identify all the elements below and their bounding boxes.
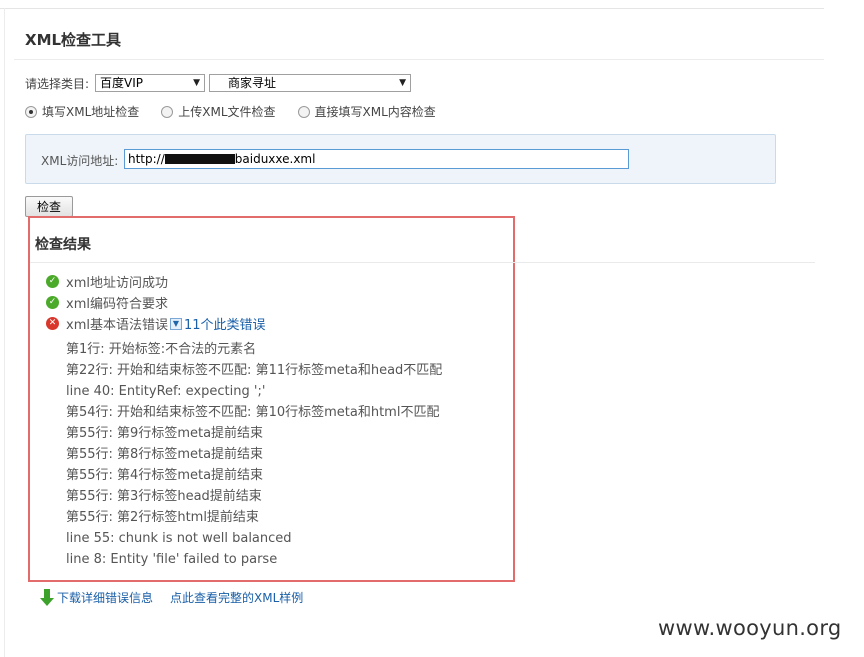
category-row: 请选择类目: 百度VIP ▼ 商家寻址 ▼ <box>25 73 412 93</box>
category-select-value: 百度VIP <box>100 76 144 90</box>
result-title: 检查结果 <box>35 237 91 253</box>
error-count-link[interactable]: 11个此类错误 <box>184 314 266 333</box>
result-list: ✓ xml地址访问成功 ✓ xml编码符合要求 ✕ xml基本语法错误 ▼ 11… <box>46 271 266 334</box>
category-select[interactable]: 百度VIP ▼ <box>95 74 206 92</box>
url-suffix: baiduxxe.xml <box>234 152 316 166</box>
error-line: 第55行: 第8行标签meta提前结束 <box>66 447 264 462</box>
error-line: 第22行: 开始和结束标签不匹配: 第11行标签meta和head不匹配 <box>66 363 443 378</box>
bottom-links: 下载详细错误信息 点此查看完整的XML样例 <box>40 589 303 606</box>
error-line: 第1行: 开始标签:不合法的元素名 <box>66 342 257 357</box>
category-label: 请选择类目: <box>25 76 90 91</box>
dropdown-arrow-icon: ▼ <box>193 78 201 88</box>
url-input[interactable]: http:// baiduxxe.xml <box>124 149 629 169</box>
title-divider <box>14 59 824 60</box>
expand-chevron-icon[interactable]: ▼ <box>169 317 182 330</box>
redacted-block <box>164 153 235 164</box>
subcategory-select[interactable]: 商家寻址 ▼ <box>209 74 412 92</box>
error-line: 第54行: 开始和结束标签不匹配: 第10行标签meta和html不匹配 <box>66 405 440 420</box>
check-button[interactable]: 检查 <box>25 196 73 217</box>
error-line: line 55: chunk is not well balanced <box>66 531 292 546</box>
subcategory-select-value: 商家寻址 <box>228 76 277 90</box>
error-line: 第55行: 第4行标签meta提前结束 <box>66 468 264 483</box>
result-text: xml编码符合要求 <box>66 297 168 312</box>
dropdown-arrow-icon: ▼ <box>399 78 407 88</box>
radio-button[interactable] <box>161 105 174 118</box>
top-divider <box>0 8 824 9</box>
page-title: XML检查工具 <box>25 31 122 49</box>
url-prefix: http:// <box>128 152 165 166</box>
url-label: XML访问地址: <box>41 154 119 168</box>
result-text: xml基本语法错误 <box>66 318 168 333</box>
result-item: ✓ xml地址访问成功 <box>46 271 266 292</box>
mode-radio-group: 填写XML地址检查 上传XML文件检查 直接填写XML内容检查 <box>25 103 436 120</box>
result-text: xml地址访问成功 <box>66 276 168 291</box>
check-ok-icon: ✓ <box>46 275 59 288</box>
radio-label: 填写XML地址检查 <box>42 105 140 119</box>
radio-url-mode[interactable]: 填写XML地址检查 <box>25 103 139 120</box>
error-line: 第55行: 第2行标签html提前结束 <box>66 510 259 525</box>
xml-sample-link[interactable]: 点此查看完整的XML样例 <box>170 589 303 606</box>
error-line: line 8: Entity 'file' failed to parse <box>66 552 278 567</box>
error-line: line 40: EntityRef: expecting ';' <box>66 384 266 399</box>
error-line: 第55行: 第3行标签head提前结束 <box>66 489 262 504</box>
result-divider <box>30 262 815 263</box>
radio-label: 直接填写XML内容检查 <box>314 105 436 119</box>
result-item: ✕ xml基本语法错误 ▼ 11个此类错误 <box>46 313 266 334</box>
watermark: www.wooyun.org <box>658 616 842 640</box>
radio-label: 上传XML文件检查 <box>178 105 276 119</box>
radio-content-mode[interactable]: 直接填写XML内容检查 <box>297 103 436 120</box>
url-panel: XML访问地址: http:// baiduxxe.xml <box>25 134 776 184</box>
result-item: ✓ xml编码符合要求 <box>46 292 266 313</box>
download-details-link[interactable]: 下载详细错误信息 <box>57 589 153 606</box>
error-detail-list: 第1行: 开始标签:不合法的元素名 第22行: 开始和结束标签不匹配: 第11行… <box>66 339 442 570</box>
left-divider <box>4 8 5 657</box>
check-ok-icon: ✓ <box>46 296 59 309</box>
error-x-icon: ✕ <box>46 317 59 330</box>
radio-upload-mode[interactable]: 上传XML文件检查 <box>161 103 276 120</box>
radio-button-selected[interactable] <box>25 105 37 118</box>
radio-button[interactable] <box>297 105 310 118</box>
error-line: 第55行: 第9行标签meta提前结束 <box>66 426 264 441</box>
download-arrow-icon <box>40 589 54 606</box>
